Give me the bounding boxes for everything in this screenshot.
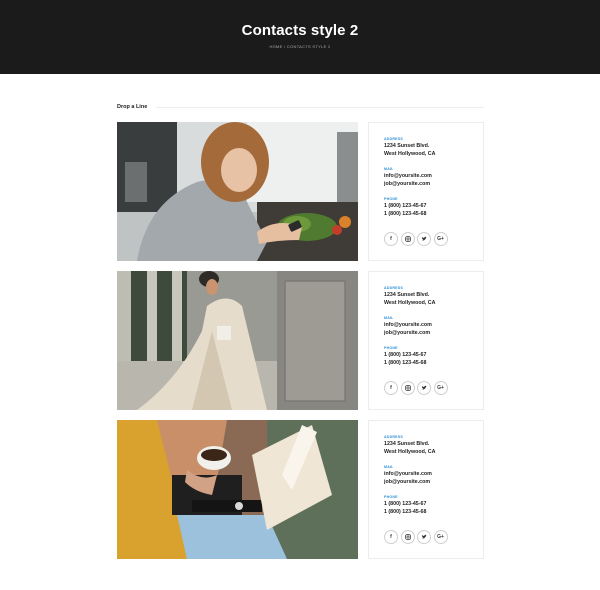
contact-photo-trench bbox=[117, 271, 358, 410]
google-plus-icon[interactable]: G+ bbox=[433, 381, 448, 395]
phone-number: 1 (800) 123-45-67 bbox=[384, 352, 427, 358]
breadcrumb-current: Contacts style 2 bbox=[286, 44, 331, 49]
contact-photo-coffee bbox=[117, 420, 358, 559]
twitter-icon[interactable] bbox=[417, 232, 431, 246]
address-line: West Hollywood, CA bbox=[384, 151, 436, 157]
address-line: West Hollywood, CA bbox=[384, 449, 436, 455]
address-line: West Hollywood, CA bbox=[384, 300, 436, 306]
breadcrumb-separator: / bbox=[284, 44, 286, 49]
email-link[interactable]: info@yoursite.com bbox=[384, 172, 477, 180]
email-link[interactable]: job@yoursite.com bbox=[384, 180, 477, 188]
address-line: 1234 Sunset Blvd. bbox=[384, 292, 430, 298]
address-line: 1234 Sunset Blvd. bbox=[384, 143, 430, 149]
photo-woman-trench-coat bbox=[117, 271, 358, 410]
instagram-icon[interactable] bbox=[400, 232, 415, 246]
page-header: Contacts style 2 Home / Contacts style 2 bbox=[0, 0, 600, 74]
twitter-icon[interactable] bbox=[417, 530, 431, 544]
instagram-icon[interactable] bbox=[400, 530, 415, 544]
google-plus-icon[interactable]: G+ bbox=[433, 530, 448, 544]
contact-card: Address 1234 Sunset Blvd. West Hollywood… bbox=[368, 420, 484, 559]
breadcrumb: Home / Contacts style 2 bbox=[0, 44, 600, 49]
social-links: f G+ bbox=[384, 530, 450, 544]
phone-number: 1 (800) 123-45-68 bbox=[384, 360, 427, 366]
breadcrumb-home-link[interactable]: Home bbox=[269, 44, 282, 49]
phone-number: 1 (800) 123-45-68 bbox=[384, 211, 427, 217]
facebook-icon[interactable]: f bbox=[384, 530, 398, 544]
photo-woman-coffee-book bbox=[117, 420, 358, 559]
photo-woman-phone-kitchen bbox=[117, 122, 358, 261]
phone-number: 1 (800) 123-45-67 bbox=[384, 203, 427, 209]
email-link[interactable]: job@yoursite.com bbox=[384, 329, 477, 337]
social-links: f G+ bbox=[384, 381, 450, 395]
email-link[interactable]: info@yoursite.com bbox=[384, 321, 477, 329]
address-line: 1234 Sunset Blvd. bbox=[384, 441, 430, 447]
twitter-icon[interactable] bbox=[417, 381, 431, 395]
section-heading: Drop a Line bbox=[117, 103, 484, 111]
section-divider bbox=[156, 107, 484, 108]
page-title: Contacts style 2 bbox=[241, 22, 359, 39]
phone-number: 1 (800) 123-45-68 bbox=[384, 509, 427, 515]
google-plus-icon[interactable]: G+ bbox=[433, 232, 448, 246]
contact-photo-kitchen bbox=[117, 122, 358, 261]
social-links: f G+ bbox=[384, 232, 450, 246]
section-title: Drop a Line bbox=[117, 104, 148, 110]
contact-card: Address 1234 Sunset Blvd. West Hollywood… bbox=[368, 122, 484, 261]
facebook-icon[interactable]: f bbox=[384, 232, 398, 246]
contact-card: Address 1234 Sunset Blvd. West Hollywood… bbox=[368, 271, 484, 410]
email-link[interactable]: job@yoursite.com bbox=[384, 478, 477, 486]
instagram-icon[interactable] bbox=[400, 381, 415, 395]
phone-number: 1 (800) 123-45-67 bbox=[384, 501, 427, 507]
facebook-icon[interactable]: f bbox=[384, 381, 398, 395]
email-link[interactable]: info@yoursite.com bbox=[384, 470, 477, 478]
